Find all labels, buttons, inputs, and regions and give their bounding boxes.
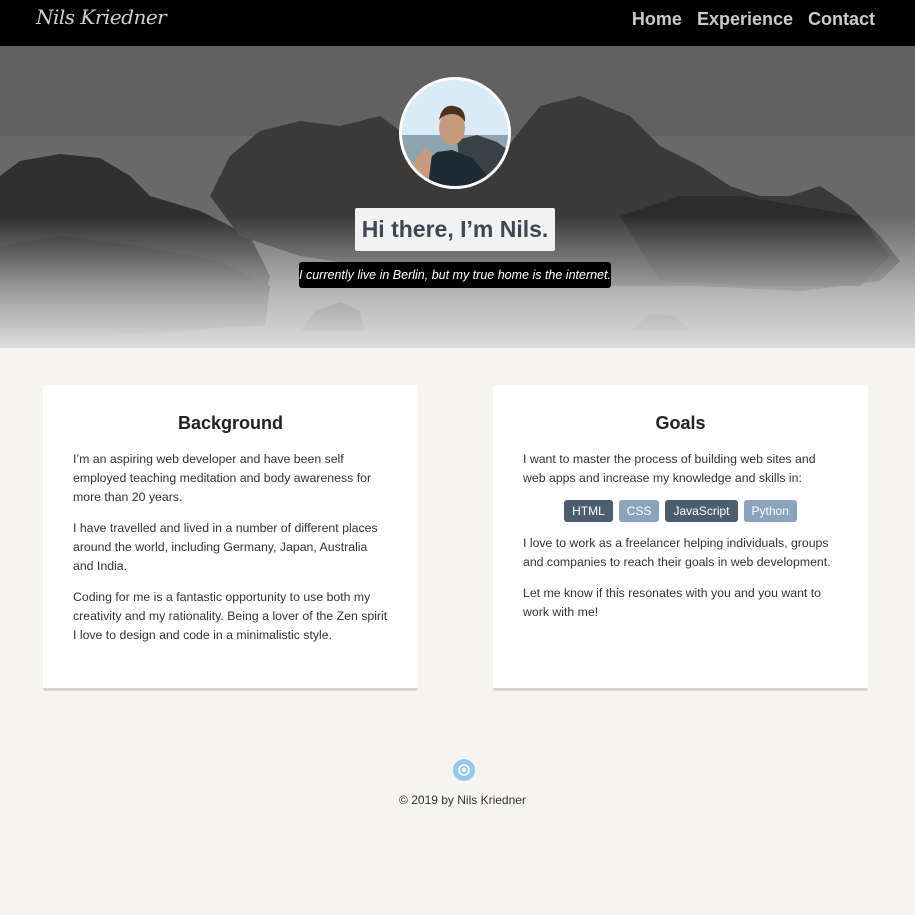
background-paragraph-2: I have travelled and lived in a number o… — [73, 521, 378, 573]
background-heading: Background — [177, 413, 283, 433]
nav-contact-link[interactable]: Contact — [808, 9, 875, 30]
profile-avatar — [399, 77, 511, 189]
navbar: Nils Kriedner Home Experience Contact — [0, 0, 915, 46]
goals-paragraph-2: Let me know if this resonates with you a… — [523, 586, 822, 619]
hero-subtitle: I currently live in Berlin, but my true … — [299, 268, 611, 282]
hero-title-box: Hi there, I’m Nils. — [355, 208, 555, 251]
skill-tag-html: HTML — [564, 500, 613, 522]
hero-subtitle-box: I currently live in Berlin, but my true … — [299, 262, 611, 288]
hero-title: Hi there, I’m Nils. — [361, 216, 549, 242]
goals-card: Goals I want to master the process of bu… — [493, 385, 868, 691]
background-paragraph-1: I’m an aspiring web developer and have b… — [73, 452, 372, 504]
site-logo[interactable]: Nils Kriedner — [36, 5, 167, 29]
skill-tag-css: CSS — [618, 500, 660, 522]
logo-icon[interactable] — [453, 759, 475, 781]
background-card: Background I’m an aspiring web developer… — [43, 385, 418, 691]
nav-home-link[interactable]: Home — [632, 9, 682, 30]
nav-experience-link[interactable]: Experience — [697, 9, 793, 30]
profile-photo — [402, 80, 508, 186]
goals-intro: I want to master the process of building… — [523, 452, 816, 485]
goals-paragraph-1: I love to work as a freelancer helping i… — [523, 536, 831, 569]
goals-heading: Goals — [655, 413, 706, 433]
logo-glyph — [458, 764, 470, 776]
footer-copyright: © 2019 by Nils Kriedner — [399, 793, 526, 807]
skill-tag-javascript: JavaScript — [665, 500, 738, 522]
skill-tag-python: Python — [743, 500, 797, 522]
background-paragraph-3: Coding for me is a fantastic opportunity… — [73, 590, 388, 642]
nav-menu: Home Experience Contact — [632, 9, 875, 30]
hero-section: Hi there, I’m Nils. I currently live in … — [0, 46, 915, 348]
skill-tags: HTML CSS JavaScript Python — [523, 500, 838, 522]
